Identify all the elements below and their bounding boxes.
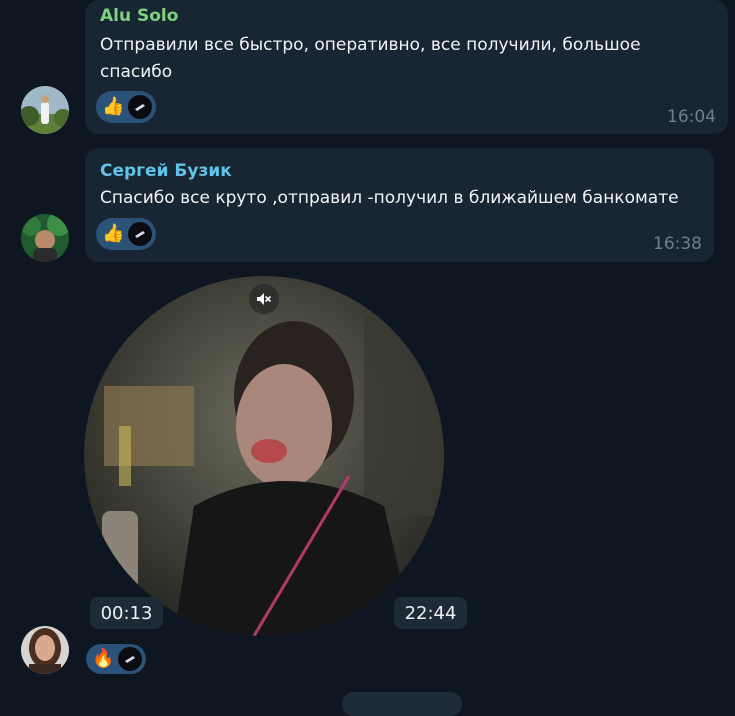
- message-bubble[interactable]: Сергей Бузик Спасибо все круто ,отправил…: [85, 148, 714, 262]
- sender-name[interactable]: Сергей Бузик: [100, 161, 232, 181]
- message-text: Отправили все быстро, оперативно, все по…: [100, 35, 641, 82]
- thumbs-up-icon: 👍: [102, 223, 125, 244]
- reactor-avatar: [118, 647, 143, 671]
- reactor-avatar: [128, 222, 153, 246]
- sender-name[interactable]: Alu Solo: [100, 6, 178, 26]
- video-frame: [84, 276, 444, 636]
- video-reaction-bar: 🔥: [86, 643, 147, 675]
- thumbs-up-icon: 👍: [102, 96, 125, 117]
- video-elapsed: 00:13: [90, 597, 163, 629]
- message-bubble[interactable]: Alu Solo Отправили все быстро, оперативн…: [85, 0, 728, 134]
- speaker-muted-icon: [257, 293, 271, 305]
- sender-avatar-alu-solo[interactable]: [21, 86, 69, 134]
- message-time: 16:38: [653, 234, 702, 254]
- reaction-thumbs-up[interactable]: 👍: [96, 91, 157, 123]
- reaction-bar: 👍: [96, 91, 157, 123]
- date-separator: [342, 692, 462, 716]
- avatar-image: [21, 86, 69, 134]
- reaction-fire[interactable]: 🔥: [86, 644, 147, 674]
- sender-avatar-video[interactable]: [21, 626, 69, 674]
- reaction-bar: 👍: [96, 218, 157, 250]
- message-text: Спасибо все круто ,отправил -получил в б…: [100, 188, 679, 208]
- reactor-avatar: [128, 95, 153, 119]
- mute-button[interactable]: [249, 284, 279, 314]
- video-time: 22:44: [394, 597, 467, 629]
- fire-icon: 🔥: [92, 648, 115, 669]
- reaction-thumbs-up[interactable]: 👍: [96, 218, 157, 250]
- video-message-circle[interactable]: [84, 276, 444, 636]
- sender-avatar-sergey[interactable]: [21, 214, 69, 262]
- message-time: 16:04: [667, 107, 716, 127]
- avatar-image: [21, 214, 69, 262]
- avatar-image: [21, 626, 69, 674]
